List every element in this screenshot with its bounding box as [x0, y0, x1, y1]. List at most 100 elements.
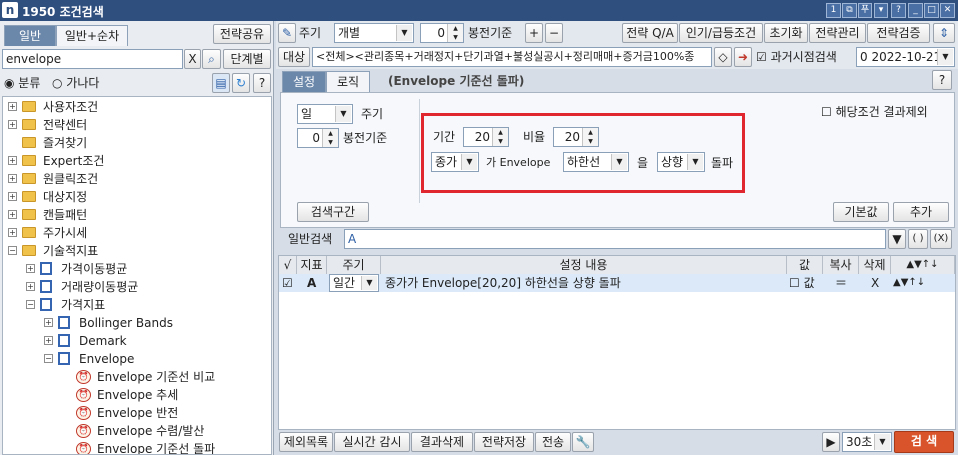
expand-icon[interactable]: + — [26, 282, 35, 291]
close-button[interactable]: ✕ — [940, 3, 955, 18]
formula-dropdown-icon[interactable]: ▼ — [888, 229, 906, 249]
step-button[interactable]: 단계별 — [223, 49, 271, 69]
menu-dropdown-icon[interactable]: ▾ — [874, 3, 888, 18]
table-row[interactable]: ☑ A 일간 ▼ 종가가 Envelope[20,20] 하한선을 상향 돌파 ☐… — [279, 274, 955, 292]
add-condition-button[interactable]: 추가 — [893, 202, 949, 222]
collapse-icon[interactable]: − — [8, 246, 17, 255]
line-select[interactable]: 하한선 ▼ — [563, 152, 629, 172]
folder-view-icon[interactable]: ▤ — [212, 73, 230, 93]
refresh-icon[interactable]: ↻ — [232, 73, 250, 93]
bong-spinner[interactable]: 0 ▲ ▼ — [420, 23, 464, 43]
tab-general[interactable]: 일반 — [4, 25, 56, 46]
tree-item[interactable]: 즐겨찾기 — [3, 134, 271, 152]
search-range-button[interactable]: 검색구간 — [297, 202, 369, 222]
add-button[interactable]: + — [525, 23, 543, 43]
strategy-manage-button[interactable]: 전략관리 — [809, 23, 866, 43]
direction-select[interactable]: 상향 ▼ — [657, 152, 705, 172]
realtime-monitor-button[interactable]: 실시간 감시 — [334, 432, 410, 452]
expand-icon[interactable]: + — [8, 192, 17, 201]
sort-by-category-radio[interactable]: ◉ 분류 — [4, 75, 40, 91]
expand-icon[interactable]: + — [44, 318, 53, 327]
tree-item[interactable]: + 캔들패턴 — [3, 206, 271, 224]
tree-item[interactable]: + Demark — [3, 332, 271, 350]
row-value-checkbox[interactable]: ☐ 값 — [789, 274, 815, 292]
tree-item[interactable]: + Expert조건 — [3, 152, 271, 170]
past-search-checkbox[interactable]: ☑ 과거시점검색 — [756, 49, 837, 65]
expand-icon[interactable]: + — [8, 210, 17, 219]
tree-item[interactable]: ⏰ Envelope 수렴/발산 — [3, 422, 271, 440]
row-checkbox[interactable]: ☑ — [282, 274, 293, 292]
row-delete-button[interactable]: X — [871, 274, 879, 292]
expand-icon[interactable]: ⇕ — [933, 23, 955, 43]
expand-icon[interactable]: + — [8, 228, 17, 237]
expand-icon[interactable]: + — [26, 264, 35, 273]
screen-number-button[interactable]: 1 — [826, 3, 841, 18]
reset-button[interactable]: 초기화 — [764, 23, 808, 43]
row-copy-button[interactable]: ＝ — [835, 274, 847, 292]
row-period-select[interactable]: 일간 ▼ — [329, 274, 379, 292]
target-filter-field[interactable]: <전체><관리종목+거래정지+단기과열+불성실공시+정리매매+증거금100%종 — [312, 47, 712, 67]
tree-item[interactable]: − 가격지표 — [3, 296, 271, 314]
tree-item[interactable]: + 거래량이동평균 — [3, 278, 271, 296]
paren-button[interactable]: ( ) — [908, 229, 928, 249]
not-paren-button[interactable]: (X) — [930, 229, 952, 249]
tree-item[interactable]: − Envelope — [3, 350, 271, 368]
edit-icon[interactable]: ✎ — [278, 23, 296, 43]
settings-period-select[interactable]: 일 ▼ — [297, 104, 353, 124]
delete-results-button[interactable]: 결과삭제 — [411, 432, 473, 452]
share-strategy-button[interactable]: 전략공유 — [213, 24, 271, 44]
arrow-right-icon[interactable]: ➜ — [734, 47, 752, 67]
search-button[interactable]: 검 색 — [894, 431, 954, 453]
strategy-qa-button[interactable]: 전략 Q/A — [622, 23, 678, 43]
condition-search-input[interactable]: envelope — [2, 49, 183, 69]
past-date-select[interactable]: 0 2022-10-21 ▼ — [856, 47, 955, 67]
sort-by-name-radio[interactable]: ○ 가나다 — [52, 75, 99, 91]
row-move-buttons[interactable]: ▲▼↑↓ — [893, 274, 925, 292]
collapse-icon[interactable]: − — [26, 300, 35, 309]
minimize-button[interactable]: _ — [908, 3, 923, 18]
push-button[interactable]: 푸 — [858, 3, 872, 18]
wrench-icon[interactable]: 🔧 — [572, 432, 594, 452]
strategy-verify-button[interactable]: 전략검증 — [867, 23, 930, 43]
expand-icon[interactable]: + — [8, 174, 17, 183]
clear-search-button[interactable]: X — [184, 49, 201, 69]
tree-item[interactable]: − 기술적지표 — [3, 242, 271, 260]
tab-general-sequence[interactable]: 일반+순차 — [56, 25, 128, 46]
tree-item[interactable]: + 원클릭조건 — [3, 170, 271, 188]
price-select[interactable]: 종가 ▼ — [431, 152, 479, 172]
popular-conditions-button[interactable]: 인기/급등조건 — [679, 23, 763, 43]
help-button[interactable]: ? — [253, 73, 271, 93]
expand-icon[interactable]: + — [8, 156, 17, 165]
tree-item[interactable]: + 전략센터 — [3, 116, 271, 134]
expand-icon[interactable]: + — [44, 336, 53, 345]
help-icon[interactable]: ? — [891, 3, 906, 18]
expand-icon[interactable]: + — [8, 102, 17, 111]
link-icon[interactable]: ⧉ — [842, 3, 857, 18]
exclude-list-button[interactable]: 제외목록 — [279, 432, 333, 452]
help-button-2[interactable]: ? — [932, 70, 952, 90]
interval-select[interactable]: 30초 ▼ — [842, 432, 892, 452]
default-button[interactable]: 기본값 — [833, 202, 889, 222]
collapse-icon[interactable]: − — [44, 354, 53, 363]
tree-item[interactable]: + 대상지정 — [3, 188, 271, 206]
ratio-spinner[interactable]: 20 ▲ ▼ — [553, 127, 599, 147]
tree-item[interactable]: ⏰ Envelope 추세 — [3, 386, 271, 404]
tree-item[interactable]: + 가격이동평균 — [3, 260, 271, 278]
remove-button[interactable]: − — [545, 23, 563, 43]
play-icon[interactable]: ▶ — [822, 432, 840, 452]
maximize-button[interactable]: □ — [924, 3, 939, 18]
exclude-result-checkbox[interactable]: ☐ 해당조건 결과제외 — [821, 104, 928, 120]
tree-item[interactable]: + 사용자조건 — [3, 98, 271, 116]
period-select[interactable]: 개별 ▼ — [334, 23, 414, 43]
tree-item[interactable]: + Bollinger Bands — [3, 314, 271, 332]
tree-item[interactable]: ⏰ Envelope 기준선 돌파 — [3, 440, 271, 454]
tree-item[interactable]: ⏰ Envelope 기준선 비교 — [3, 368, 271, 386]
search-icon[interactable]: ⌕ — [202, 49, 221, 69]
save-strategy-button[interactable]: 전략저장 — [474, 432, 534, 452]
send-button[interactable]: 전송 — [535, 432, 571, 452]
diamond-icon[interactable]: ◇ — [714, 47, 732, 67]
target-button[interactable]: 대상 — [278, 47, 310, 67]
tree-item[interactable]: ⏰ Envelope 반전 — [3, 404, 271, 422]
period2-spinner[interactable]: 20 ▲ ▼ — [463, 127, 509, 147]
general-search-formula[interactable]: A — [344, 229, 886, 249]
